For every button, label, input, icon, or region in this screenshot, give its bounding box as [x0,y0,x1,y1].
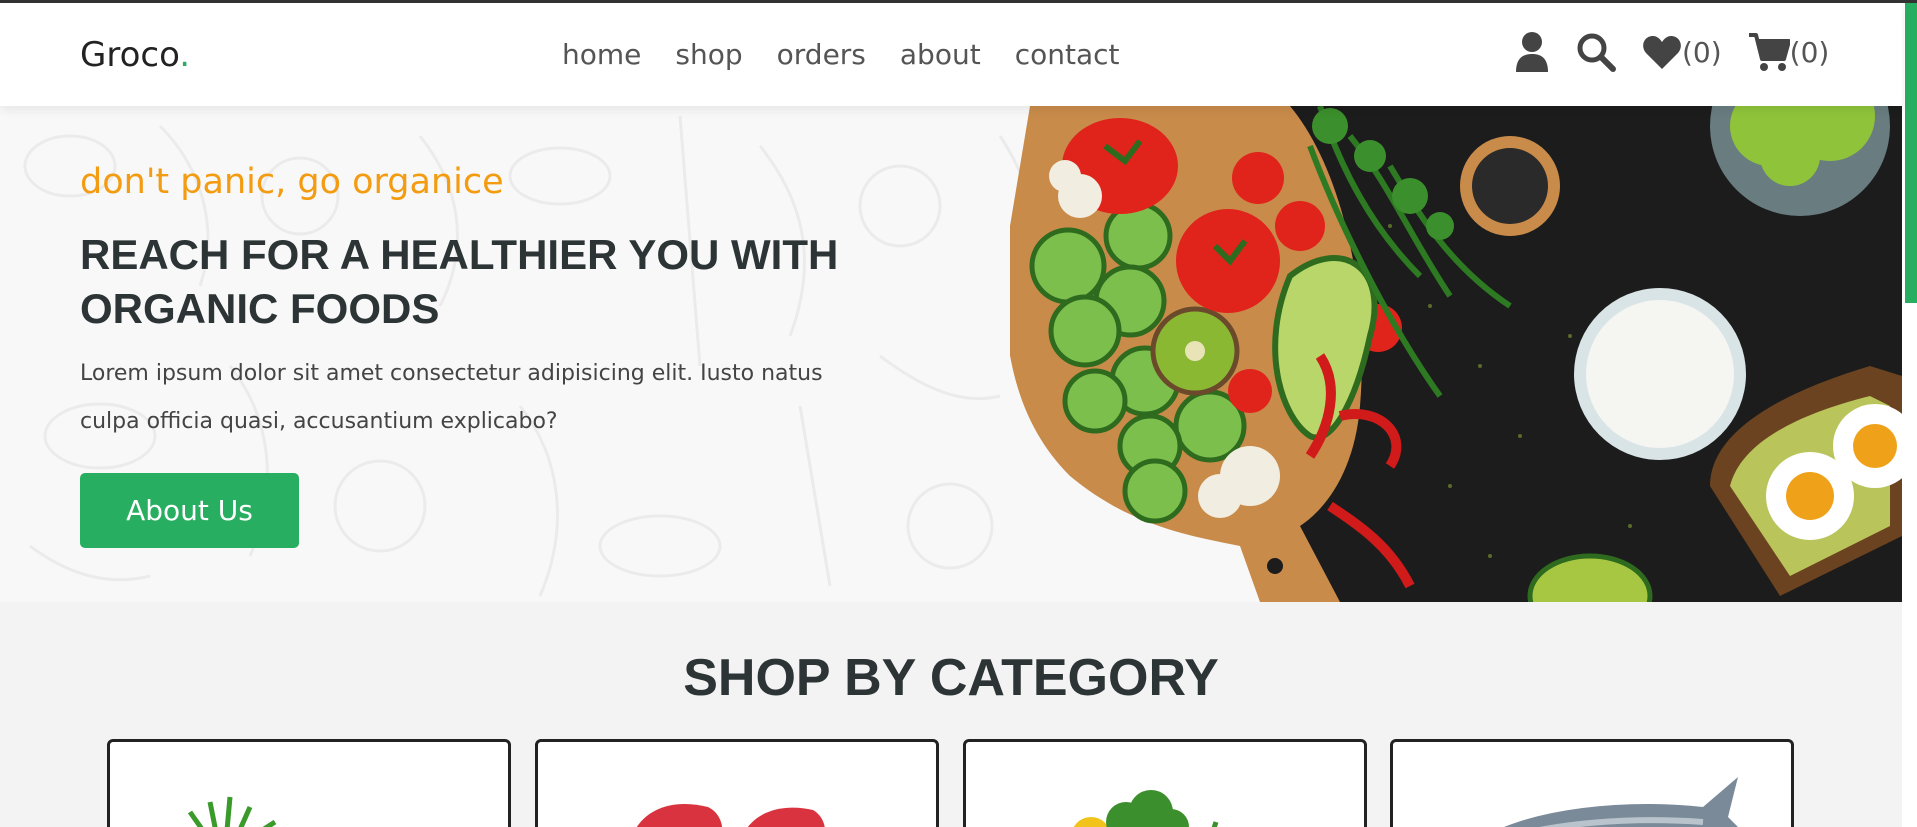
main-nav: home shop orders about contact [562,38,1119,71]
fish-image [1504,777,1738,827]
header-icons: (0) (0) [1514,31,1829,73]
category-card[interactable] [107,739,511,827]
shop-by-category-title: SHOP BY CATEGORY [683,649,1219,707]
logo-dot: . [179,35,191,75]
cart-icon [1748,33,1790,71]
hero-food-image [1010,106,1902,602]
logo[interactable]: Groco. [80,35,190,75]
scrollbar-thumb[interactable] [1905,3,1917,303]
category-card[interactable] [1390,739,1794,827]
hero-banner: don't panic, go organice REACH FOR A HEA… [0,106,1902,602]
wishlist-count: (0) [1682,35,1722,69]
site-header: Groco. home shop orders about contact (0… [0,3,1902,106]
nav-orders[interactable]: orders [777,38,866,71]
cart-button[interactable]: (0) [1748,32,1830,72]
search-icon [1577,33,1616,72]
hero-description: Lorem ipsum dolor sit amet consectetur a… [80,361,823,434]
vegetables-mix-image [1073,790,1219,827]
nav-shop[interactable]: shop [675,38,742,71]
wishlist-button[interactable]: (0) [1642,34,1722,70]
cart-count: (0) [1789,35,1830,69]
logo-text: Groco [80,35,180,75]
category-card[interactable] [535,739,939,827]
meat-image [636,804,825,827]
user-button[interactable] [1514,31,1550,73]
hero-headline: REACH FOR A HEALTHIER YOU WITH ORGANIC F… [80,231,839,332]
nav-contact[interactable]: contact [1015,38,1120,71]
nav-home[interactable]: home [562,38,641,71]
about-us-button[interactable]: About Us [80,473,299,548]
category-card[interactable] [963,739,1367,827]
heart-icon [1643,36,1681,69]
user-icon [1516,32,1548,72]
nav-about[interactable]: about [900,38,981,71]
search-button[interactable] [1576,32,1616,72]
hero-tagline: don't panic, go organice [80,162,504,202]
vegetable-image [187,796,277,827]
